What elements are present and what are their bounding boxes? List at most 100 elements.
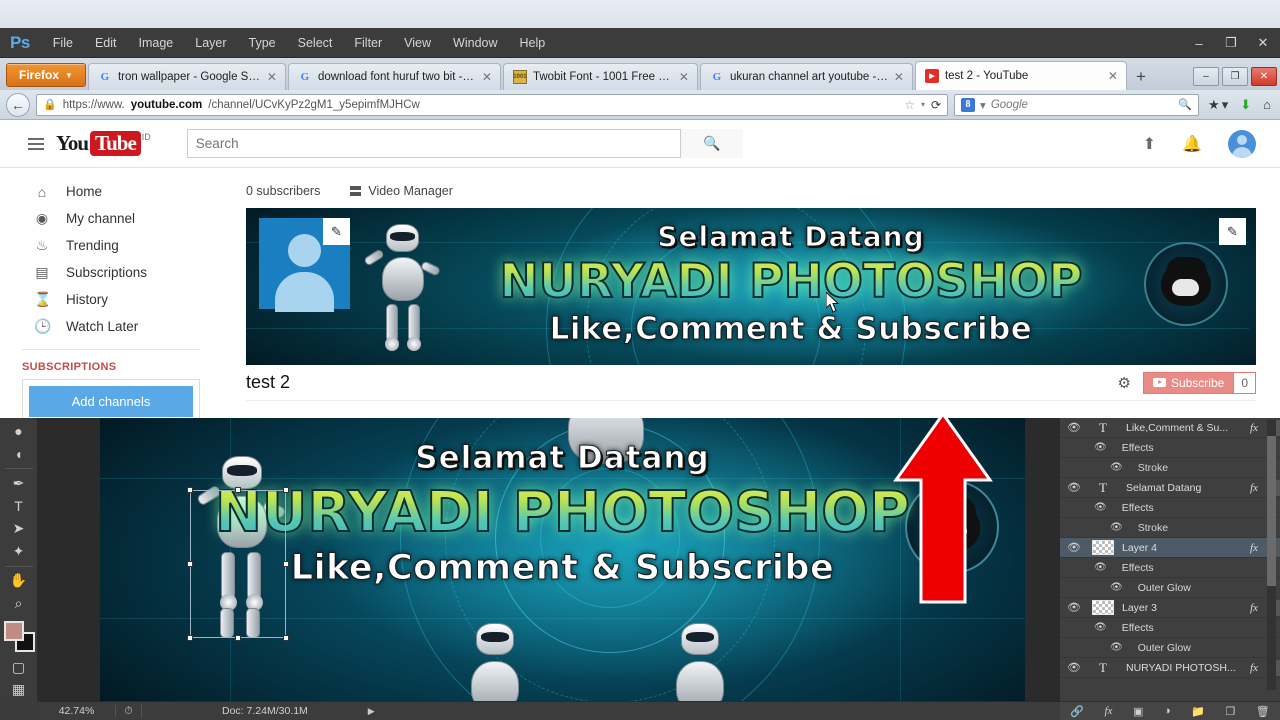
subscribe-button-main[interactable]: Subscribe bbox=[1143, 372, 1234, 393]
address-bar[interactable]: 🔒 https://www. youtube.com/channel/UCvKyP… bbox=[36, 93, 949, 116]
minimize-button[interactable]: – bbox=[1184, 32, 1214, 54]
visibility-icon[interactable]: 👁 bbox=[1060, 661, 1088, 674]
close-icon[interactable]: ✕ bbox=[894, 70, 904, 84]
zoom-level[interactable]: 42.74% bbox=[38, 705, 116, 717]
visibility-icon[interactable]: 👁 bbox=[1060, 481, 1088, 494]
channel-banner[interactable]: Selamat Datang NURYADI PHOTOSHOP Like,Co… bbox=[246, 208, 1256, 365]
layer-row[interactable]: 👁TLike,Comment & Su...fx▲ bbox=[1060, 418, 1280, 438]
visibility-icon[interactable]: 👁 bbox=[1060, 562, 1114, 573]
fx-icon[interactable]: fx bbox=[1250, 542, 1268, 554]
new-layer-icon[interactable]: ❐ bbox=[1225, 705, 1235, 718]
sidebar-item-trending[interactable]: ♨ Trending bbox=[0, 232, 222, 259]
menu-file[interactable]: File bbox=[42, 30, 84, 56]
fx-icon[interactable]: fx bbox=[1250, 422, 1268, 434]
restore-button[interactable]: ❐ bbox=[1216, 32, 1246, 54]
browser-tab-4[interactable]: G ukuran channel art youtube - G... ✕ bbox=[699, 63, 913, 90]
avatar[interactable] bbox=[1228, 129, 1256, 158]
minimize-button[interactable]: – bbox=[1193, 67, 1219, 86]
close-icon[interactable]: ✕ bbox=[482, 70, 492, 84]
google-search-engine-icon[interactable]: 8 bbox=[961, 97, 976, 112]
add-channels-button[interactable]: Add channels bbox=[29, 386, 193, 417]
chevron-down-icon[interactable]: ▾ bbox=[921, 100, 925, 109]
back-button[interactable]: ← bbox=[6, 92, 30, 117]
transform-handle-bl[interactable] bbox=[187, 635, 193, 641]
layer-effect-row[interactable]: 👁 Stroke bbox=[1060, 458, 1280, 478]
transform-handle-br[interactable] bbox=[283, 635, 289, 641]
menu-filter[interactable]: Filter bbox=[343, 30, 393, 56]
sidebar-item-home[interactable]: ⌂ Home bbox=[0, 178, 222, 205]
hand-tool-icon[interactable]: ✋ bbox=[2, 570, 36, 593]
screen-mode-icon[interactable]: ▦ bbox=[2, 678, 36, 701]
sidebar-item-history[interactable]: ⌛ History bbox=[0, 286, 222, 313]
transform-handle-tl[interactable] bbox=[187, 487, 193, 493]
adjustment-icon[interactable]: ◑ bbox=[1164, 705, 1171, 717]
downloads-button[interactable]: ⬇ bbox=[1237, 97, 1254, 113]
visibility-icon[interactable]: 👁 bbox=[1060, 442, 1114, 453]
restore-button[interactable]: ❐ bbox=[1222, 67, 1248, 86]
mask-icon[interactable]: ▣ bbox=[1133, 705, 1143, 718]
transform-handle-tc[interactable] bbox=[235, 487, 241, 493]
layer-effects-row[interactable]: 👁 Effects bbox=[1060, 618, 1280, 638]
visibility-icon[interactable]: 👁 bbox=[1060, 421, 1088, 434]
guide-menu-icon[interactable] bbox=[16, 137, 56, 150]
path-selection-tool-icon[interactable]: ➤ bbox=[2, 517, 36, 540]
custom-shape-tool-icon[interactable]: ✦ bbox=[2, 540, 36, 563]
search-button[interactable]: 🔍 bbox=[679, 129, 743, 158]
trash-icon[interactable]: 🗑 bbox=[1256, 705, 1270, 718]
menu-view[interactable]: View bbox=[393, 30, 442, 56]
firefox-app-button[interactable]: Firefox ▼ bbox=[6, 63, 86, 87]
video-manager-link[interactable]: Video Manager bbox=[350, 184, 453, 198]
sidebar-item-my-channel[interactable]: ◉ My channel bbox=[0, 205, 222, 232]
color-swatches[interactable] bbox=[2, 619, 36, 652]
visibility-icon[interactable]: 👁 bbox=[1060, 642, 1130, 653]
edit-banner-icon[interactable]: ✎ bbox=[1219, 218, 1246, 245]
close-icon[interactable]: ✕ bbox=[267, 70, 277, 84]
fx-icon[interactable]: fx bbox=[1250, 482, 1268, 494]
menu-image[interactable]: Image bbox=[128, 30, 185, 56]
visibility-icon[interactable]: 👁 bbox=[1060, 582, 1130, 593]
blur-tool-icon[interactable]: ● bbox=[2, 420, 36, 443]
sidebar-item-subscriptions[interactable]: ▤ Subscriptions bbox=[0, 259, 222, 286]
bookmarks-button[interactable]: ★ ▾ bbox=[1205, 97, 1231, 113]
subscribe-button[interactable]: Subscribe 0 bbox=[1142, 371, 1256, 394]
sidebar-item-watch-later[interactable]: 🕒 Watch Later bbox=[0, 313, 222, 340]
reload-icon[interactable]: ⟳ bbox=[931, 98, 941, 112]
browser-tab-3[interactable]: 1001 Twobit Font - 1001 Free Fonts ✕ bbox=[502, 63, 698, 90]
menu-edit[interactable]: Edit bbox=[84, 30, 128, 56]
layer-row[interactable]: 👁Layer 4fx▲ bbox=[1060, 538, 1280, 558]
browser-tab-2[interactable]: G download font huruf two bit - G... ✕ bbox=[287, 63, 501, 90]
menu-layer[interactable]: Layer bbox=[184, 30, 237, 56]
upload-icon[interactable]: ⬆ bbox=[1143, 134, 1156, 154]
menu-help[interactable]: Help bbox=[509, 30, 557, 56]
visibility-icon[interactable]: 👁 bbox=[1060, 522, 1130, 533]
search-input[interactable] bbox=[187, 130, 680, 157]
transform-handle-ml[interactable] bbox=[187, 561, 193, 567]
close-button[interactable]: ✕ bbox=[1251, 67, 1277, 86]
edit-avatar-icon[interactable]: ✎ bbox=[323, 218, 350, 245]
home-button[interactable]: ⌂ bbox=[1260, 97, 1274, 112]
statusbar-expand-arrow[interactable]: ▶ bbox=[368, 706, 375, 717]
layer-effects-row[interactable]: 👁 Effects bbox=[1060, 438, 1280, 458]
foreground-color-swatch[interactable] bbox=[3, 620, 24, 641]
dodge-tool-icon[interactable]: ◖ bbox=[2, 443, 36, 466]
search-bar[interactable]: 8 ▾ Google 🔍 bbox=[954, 93, 1200, 116]
link-icon[interactable]: 🔗 bbox=[1070, 705, 1084, 718]
browser-tab-5-active[interactable]: ▶ test 2 - YouTube ✕ bbox=[914, 61, 1127, 90]
chevron-down-icon[interactable]: ▾ bbox=[980, 98, 986, 112]
layer-effects-row[interactable]: 👁 Effects bbox=[1060, 498, 1280, 518]
pen-tool-icon[interactable]: ✒ bbox=[2, 472, 36, 495]
layer-row[interactable]: 👁Layer 3fx▲ bbox=[1060, 598, 1280, 618]
transform-handle-bc[interactable] bbox=[235, 635, 241, 641]
transform-box[interactable] bbox=[190, 490, 286, 638]
layer-effects-row[interactable]: 👁 Effects bbox=[1060, 558, 1280, 578]
close-button[interactable]: ✕ bbox=[1248, 32, 1278, 54]
bookmark-star-icon[interactable]: ☆ bbox=[904, 98, 915, 112]
layer-row[interactable]: 👁TNURYADI PHOTOSH...fx▲ bbox=[1060, 658, 1280, 678]
close-icon[interactable]: ✕ bbox=[679, 70, 689, 84]
new-tab-button[interactable]: + bbox=[1127, 67, 1155, 90]
layers-panel[interactable]: 👁TLike,Comment & Su...fx▲👁Effects👁Stroke… bbox=[1060, 418, 1280, 701]
layer-effect-row[interactable]: 👁 Outer Glow bbox=[1060, 638, 1280, 658]
layer-effect-row[interactable]: 👁 Stroke bbox=[1060, 518, 1280, 538]
zoom-tool-icon[interactable]: ⌕ bbox=[2, 592, 36, 615]
notifications-icon[interactable]: 🔔 bbox=[1182, 134, 1202, 154]
